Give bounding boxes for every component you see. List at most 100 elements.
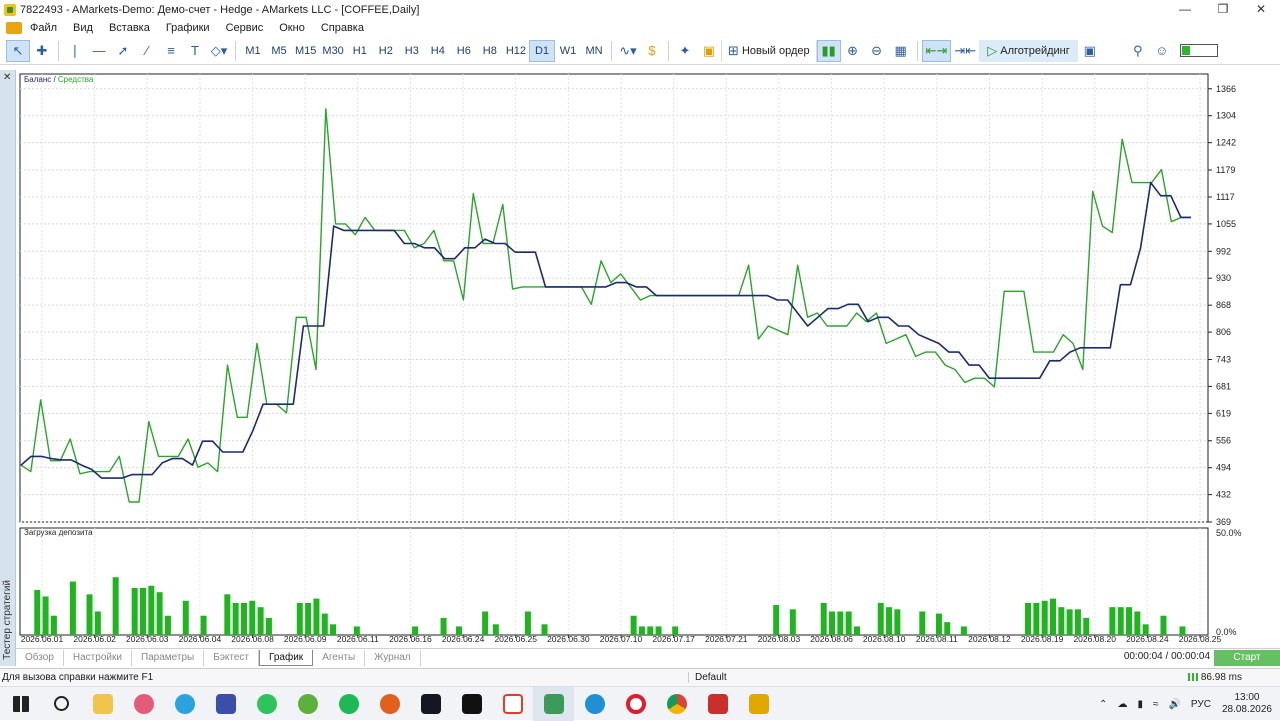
file-explorer-icon[interactable] <box>82 687 123 721</box>
timeframe-h3[interactable]: H3 <box>399 40 425 62</box>
tab-backtest[interactable]: Бэктест <box>204 650 260 666</box>
balance-equity-chart[interactable]: 1366 1304 1242 1179 1117 1055 992 930 868 806 743 6… <box>16 70 1280 648</box>
menu-view[interactable]: Вид <box>65 22 101 34</box>
tray-clock[interactable]: 13:00 28.08.2026 <box>1222 692 1272 716</box>
shapes-menu-icon[interactable]: ◇▾ <box>207 40 231 62</box>
deposit-load-bar <box>789 609 796 635</box>
x-tick-label: 2026.06.11 <box>337 634 379 644</box>
deposit-load-bar <box>440 617 447 635</box>
menu-tools[interactable]: Сервис <box>218 22 272 34</box>
timeframe-d1[interactable]: D1 <box>529 39 555 62</box>
horizontal-line-icon[interactable]: — <box>87 40 111 62</box>
edge-icon[interactable] <box>574 687 615 721</box>
timeframe-h1[interactable]: H1 <box>347 40 373 62</box>
deposit-load-bar <box>1058 607 1065 635</box>
coin-icon[interactable]: $ <box>640 40 664 62</box>
screenshot-icon[interactable]: ▣ <box>1078 40 1102 62</box>
x-tick-label: 2026.06.03 <box>126 634 169 644</box>
restore-icon[interactable]: ❐ <box>1204 0 1242 19</box>
metatrader-taskbar-icon[interactable] <box>533 686 574 721</box>
timeframe-h12[interactable]: H12 <box>503 40 529 62</box>
tray-chevron-icon[interactable]: ⌃ <box>1099 699 1107 710</box>
menu-insert[interactable]: Вставка <box>101 22 158 34</box>
algo-trading-button[interactable]: ▷ Алготрейдинг <box>979 39 1078 62</box>
crosshair-tool-icon[interactable]: ✚ <box>30 40 54 62</box>
timeframe-h2[interactable]: H2 <box>373 40 399 62</box>
cursor-tool-icon[interactable]: ↖ <box>6 39 30 62</box>
indicators-icon[interactable]: ∿▾ <box>616 40 640 62</box>
tab-journal[interactable]: Журнал <box>365 650 421 666</box>
timeframe-h6[interactable]: H6 <box>451 40 477 62</box>
y-tick-label: 681 <box>1216 381 1231 391</box>
menu-window[interactable]: Окно <box>271 22 313 34</box>
telegram-icon[interactable] <box>164 687 205 721</box>
app-yellow-icon[interactable] <box>738 687 779 721</box>
zoom-out-icon[interactable]: ⊖ <box>865 40 889 62</box>
tab-overview[interactable]: Обзор <box>16 650 64 666</box>
spotify-icon[interactable] <box>328 687 369 721</box>
fibonacci-icon[interactable]: ≡ <box>159 40 183 62</box>
deposit-load-bar <box>1160 615 1167 635</box>
utorrent-icon[interactable] <box>287 687 328 721</box>
autoscroll-icon[interactable]: ⇤⇥ <box>921 39 952 62</box>
y-tick-label: 743 <box>1216 354 1231 364</box>
timeframe-mn[interactable]: MN <box>581 40 607 62</box>
timeframe-m30[interactable]: M30 <box>319 40 346 62</box>
tradingview-icon[interactable] <box>410 687 451 721</box>
strategy-tester-side-panel: ✕ Тестер стратегий <box>0 70 16 666</box>
chrome-icon[interactable] <box>656 687 697 721</box>
app-red-icon[interactable] <box>697 687 738 721</box>
media-app-icon[interactable] <box>492 687 533 721</box>
tab-graph[interactable]: График <box>259 650 314 666</box>
menu-app-icon[interactable] <box>6 22 22 34</box>
taskbar-search-icon[interactable] <box>41 687 82 721</box>
windows-start-icon[interactable] <box>0 687 41 721</box>
opera-icon[interactable] <box>615 687 656 721</box>
start-button[interactable]: Старт <box>1214 650 1280 666</box>
tab-settings[interactable]: Настройки <box>64 650 132 666</box>
timeframe-m1[interactable]: M1 <box>240 40 266 62</box>
snipping-tool-icon[interactable] <box>123 687 164 721</box>
timeframe-h4[interactable]: H4 <box>425 40 451 62</box>
basketball-app-icon[interactable] <box>369 687 410 721</box>
candles-icon[interactable]: ▮▮ <box>816 39 841 62</box>
trendline-icon[interactable]: ➚ <box>111 40 135 62</box>
timeframe-h8[interactable]: H8 <box>477 40 503 62</box>
tray-network-icon[interactable]: ☁ <box>1117 699 1127 710</box>
tray-language[interactable]: РУС <box>1191 699 1211 710</box>
channel-icon[interactable]: ∕ <box>135 40 159 62</box>
panel-close-icon[interactable]: ✕ <box>3 72 11 83</box>
tab-agents[interactable]: Агенты <box>313 650 366 666</box>
toolbar-separator <box>611 40 612 61</box>
threads-icon[interactable] <box>451 687 492 721</box>
vertical-line-icon[interactable]: ∣ <box>63 40 87 62</box>
whatsapp-icon[interactable] <box>246 687 287 721</box>
tab-parameters[interactable]: Параметры <box>132 650 205 666</box>
new-order-button[interactable]: ⊞ Новый ордер <box>721 39 817 62</box>
timeframe-m15[interactable]: M15 <box>292 40 319 62</box>
text-tool-icon[interactable]: T <box>183 40 207 62</box>
x-tick-label: 2026.08.19 <box>1021 634 1064 644</box>
deposit-load-bar <box>935 613 942 635</box>
tray-battery-icon[interactable]: ▮ <box>1137 699 1143 710</box>
menu-help[interactable]: Справка <box>313 22 372 34</box>
chart-shift-icon[interactable]: ⇥⇤ <box>951 40 979 62</box>
timeframe-m5[interactable]: M5 <box>266 40 292 62</box>
grid-icon[interactable]: ▦ <box>889 40 913 62</box>
market-icon[interactable]: ▣ <box>697 40 721 62</box>
y-tick-label: 494 <box>1216 463 1231 473</box>
minimize-icon[interactable]: — <box>1166 0 1204 19</box>
app-icon-generic[interactable] <box>205 687 246 721</box>
chart-area[interactable]: 1366 1304 1242 1179 1117 1055 992 930 868 806 743 6… <box>16 70 1280 650</box>
zoom-in-icon[interactable]: ⊕ <box>841 40 865 62</box>
close-icon[interactable]: ✕ <box>1242 0 1280 19</box>
search-icon[interactable]: ⚲ <box>1126 40 1150 62</box>
tray-volume-icon[interactable]: 🔊 <box>1168 699 1180 710</box>
menu-file[interactable]: Файл <box>22 22 65 34</box>
signals-icon[interactable]: ✦ <box>673 40 697 62</box>
account-icon[interactable]: ☺ <box>1150 40 1174 62</box>
deposit-load-bar <box>305 602 312 635</box>
menu-charts[interactable]: Графики <box>158 22 218 34</box>
timeframe-w1[interactable]: W1 <box>555 40 581 62</box>
tray-wifi-icon[interactable]: ≈ <box>1153 699 1159 710</box>
